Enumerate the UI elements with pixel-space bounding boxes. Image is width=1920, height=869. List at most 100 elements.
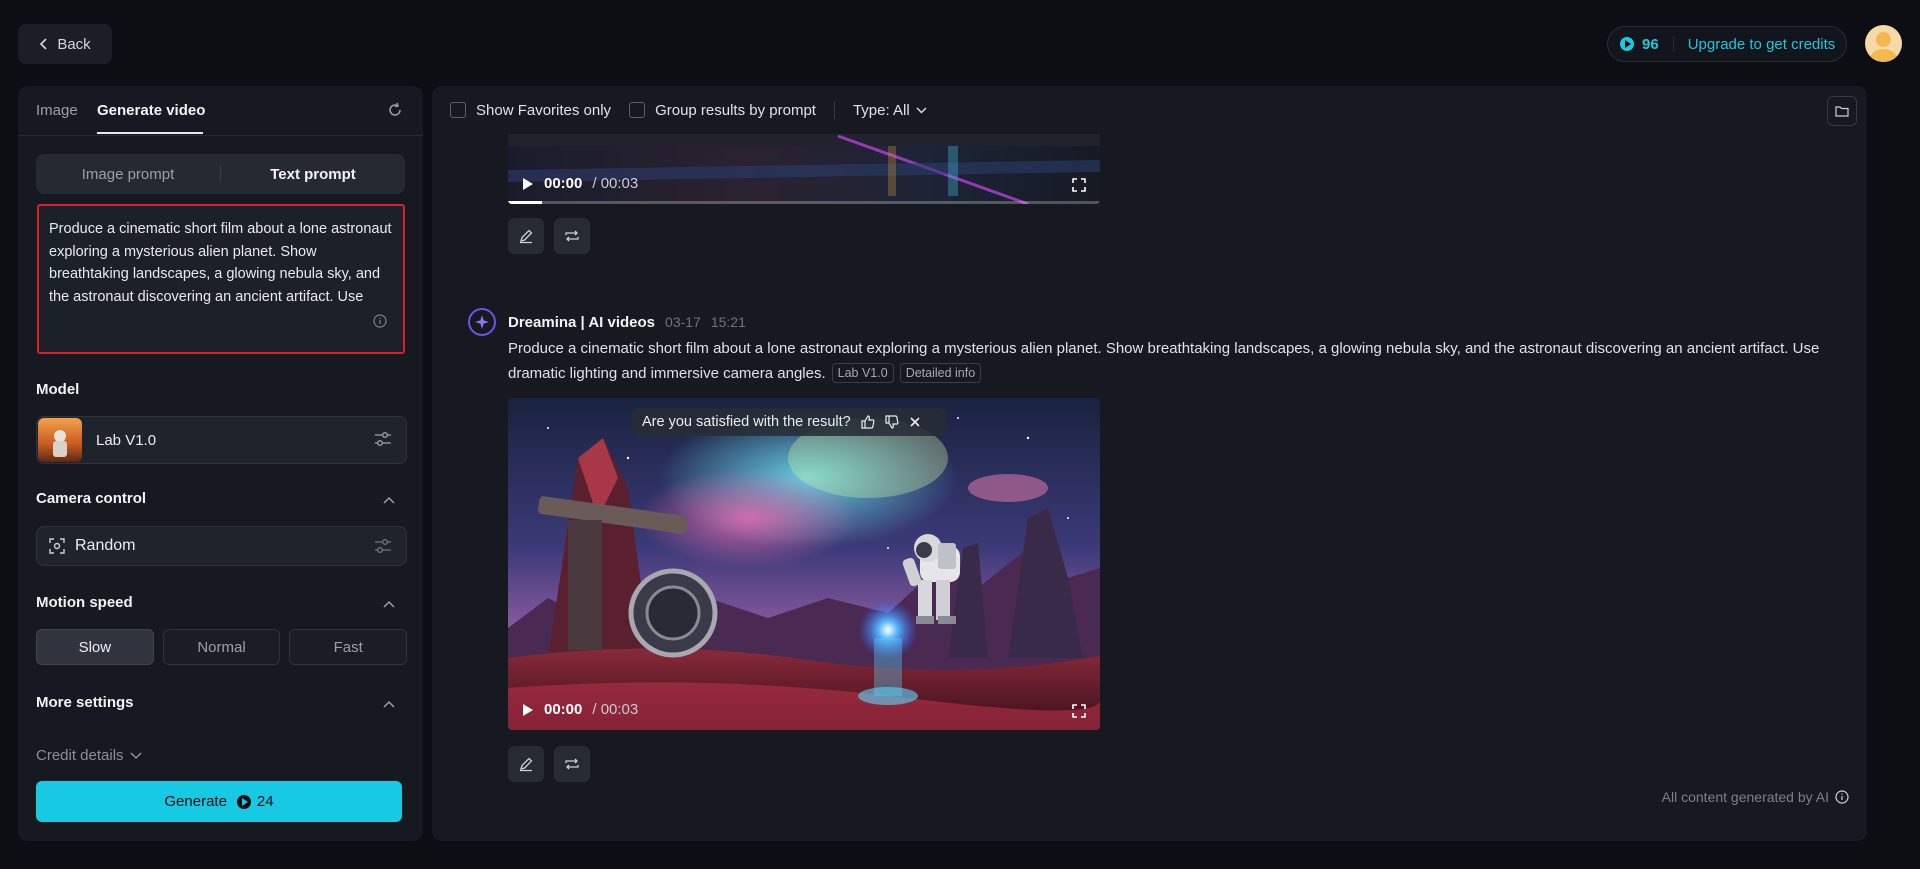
chevron-up-icon[interactable] — [383, 496, 395, 504]
info-icon[interactable] — [1835, 790, 1849, 804]
motion-speed-options: Slow Normal Fast — [36, 629, 408, 665]
play-icon[interactable] — [522, 703, 534, 717]
credit-details-toggle[interactable]: Credit details — [36, 747, 142, 764]
refresh-icon[interactable] — [385, 100, 405, 120]
generate-label: Generate — [164, 793, 227, 810]
repeat-icon — [565, 758, 579, 770]
camera-control-value: Random — [75, 537, 136, 554]
chevron-left-icon — [40, 38, 47, 50]
video-controls: 00:00 / 00:03 — [522, 701, 638, 718]
prompt-mode-toggle: Image prompt Text prompt — [36, 154, 405, 194]
edit-button[interactable] — [508, 218, 544, 254]
back-label: Back — [57, 35, 91, 53]
credit-icon — [1620, 37, 1634, 51]
video-frame — [508, 398, 1100, 730]
settings-sliders-icon[interactable] — [374, 431, 392, 447]
thumbs-up-icon[interactable] — [861, 415, 875, 429]
avatar[interactable] — [1865, 25, 1902, 62]
chevron-up-icon[interactable] — [383, 600, 395, 608]
group-filter[interactable]: Group results by prompt — [629, 102, 816, 119]
type-dropdown[interactable]: Type: All — [853, 102, 927, 119]
video-progress-bar[interactable] — [508, 201, 1100, 204]
speed-slow-button[interactable]: Slow — [36, 629, 154, 665]
group-checkbox[interactable] — [629, 102, 646, 118]
message-header: Dreamina | AI videos 03-17 15:21 — [468, 308, 746, 336]
feedback-prompt: Are you satisfied with the result? — [632, 408, 946, 436]
duration: / 00:03 — [592, 175, 639, 192]
thumbs-down-icon[interactable] — [885, 415, 899, 429]
message-author: Dreamina | AI videos — [508, 313, 656, 331]
active-tab-indicator — [97, 132, 203, 134]
generate-button[interactable]: Generate 24 — [36, 781, 402, 822]
favorites-filter[interactable]: Show Favorites only — [450, 102, 611, 119]
info-icon[interactable] — [373, 314, 387, 328]
ai-content-label: All content generated by AI — [1661, 789, 1829, 805]
upgrade-link[interactable]: Upgrade to get credits — [1688, 36, 1836, 53]
play-icon[interactable] — [522, 177, 534, 191]
filter-bar: Show Favorites only Group results by pro… — [432, 86, 1867, 134]
text-prompt-button[interactable]: Text prompt — [221, 166, 405, 183]
divider — [833, 101, 835, 119]
speed-normal-button[interactable]: Normal — [162, 629, 281, 665]
message-prompt: Produce a cinematic short film about a l… — [508, 336, 1848, 386]
dreamina-logo-icon — [468, 308, 496, 336]
video-player[interactable]: Are you satisfied with the result? 00:00… — [508, 398, 1100, 730]
detailed-info-tag[interactable]: Detailed info — [899, 363, 982, 383]
model-title: Model — [36, 381, 80, 398]
folder-icon — [1835, 106, 1849, 117]
chevron-down-icon — [916, 107, 927, 113]
model-selector[interactable]: Lab V1.0 — [36, 416, 407, 464]
camera-control-title: Camera control — [36, 490, 147, 507]
more-settings-title[interactable]: More settings — [36, 694, 134, 711]
tab-image[interactable]: Image — [36, 102, 78, 119]
pencil-icon — [520, 229, 533, 244]
model-name: Lab V1.0 — [96, 431, 157, 449]
speed-fast-button[interactable]: Fast — [289, 629, 408, 665]
current-time: 00:00 — [544, 175, 583, 192]
current-time: 00:00 — [544, 701, 583, 718]
settings-sliders-icon[interactable] — [374, 538, 392, 554]
mode-tabs: Image Generate video — [18, 86, 423, 136]
model-thumbnail — [38, 418, 82, 462]
folder-button[interactable] — [1827, 96, 1857, 126]
image-prompt-button[interactable]: Image prompt — [36, 166, 220, 183]
fullscreen-icon[interactable] — [1072, 178, 1086, 192]
ai-content-note: All content generated by AI — [1662, 789, 1849, 805]
focus-frame-icon — [49, 538, 65, 554]
credit-icon — [236, 794, 251, 809]
feedback-question: Are you satisfied with the result? — [642, 414, 851, 430]
prompt-input[interactable]: Produce a cinematic short film about a l… — [37, 204, 405, 354]
close-icon[interactable] — [909, 416, 921, 428]
duration: / 00:03 — [592, 701, 639, 718]
message-time: 15:21 — [710, 314, 746, 330]
motion-speed-title: Motion speed — [36, 594, 133, 611]
regenerate-button[interactable] — [554, 746, 590, 782]
video-controls: 00:00 / 00:03 — [522, 175, 638, 192]
left-panel: Image Generate video Image prompt Text p… — [18, 86, 423, 841]
generate-cost: 24 — [256, 793, 274, 810]
result-actions — [508, 746, 590, 782]
favorites-label: Show Favorites only — [476, 101, 612, 119]
group-label: Group results by prompt — [655, 101, 816, 119]
top-bar: Back 96 Upgrade to get credits — [0, 0, 1920, 86]
type-label: Type: All — [852, 101, 910, 119]
credits-pill[interactable]: 96 Upgrade to get credits — [1607, 26, 1847, 62]
credit-details-label: Credit details — [36, 747, 124, 764]
prompt-text[interactable]: Produce a cinematic short film about a l… — [49, 218, 393, 306]
message-prompt-text: Produce a cinematic short film about a l… — [508, 340, 1820, 382]
message-date: 03-17 — [665, 314, 701, 330]
camera-control-selector[interactable]: Random — [36, 526, 407, 566]
chevron-up-icon[interactable] — [383, 700, 395, 708]
credit-count: 96 — [1642, 35, 1659, 53]
divider — [1672, 36, 1674, 52]
regenerate-button[interactable] — [554, 218, 590, 254]
back-button[interactable]: Back — [18, 24, 112, 64]
favorites-checkbox[interactable] — [450, 102, 466, 118]
edit-button[interactable] — [508, 746, 544, 782]
tab-generate-video[interactable]: Generate video — [97, 102, 205, 119]
results-panel: Show Favorites only Group results by pro… — [432, 86, 1867, 841]
pencil-icon — [520, 757, 533, 772]
fullscreen-icon[interactable] — [1072, 704, 1086, 718]
model-tag: Lab V1.0 — [831, 363, 894, 383]
chevron-down-icon — [130, 751, 142, 759]
